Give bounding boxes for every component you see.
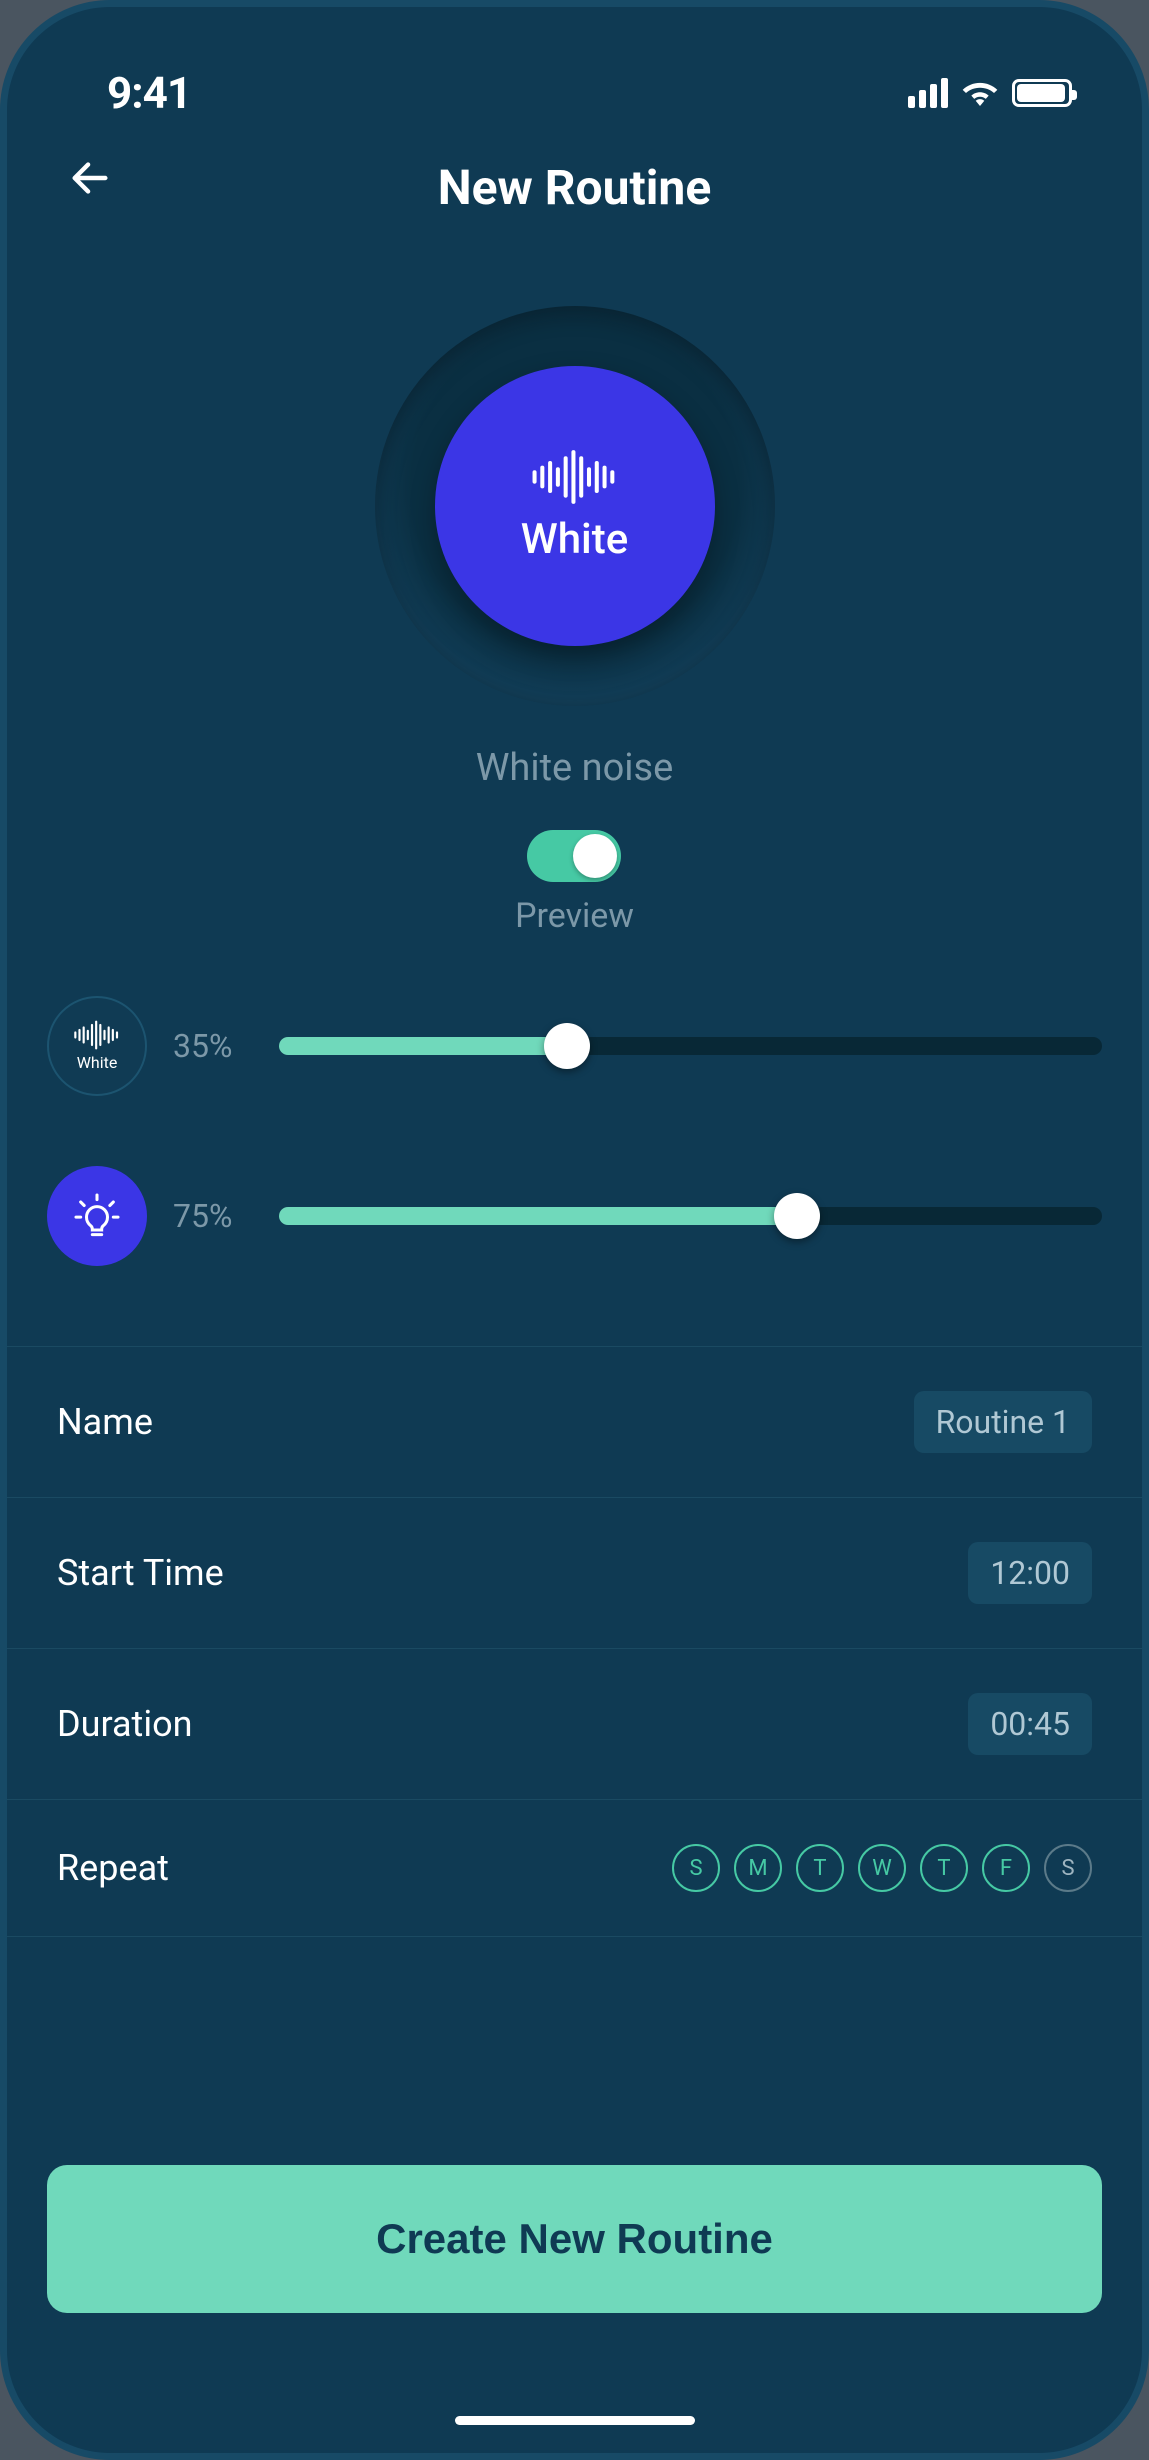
preview-label: Preview [515, 896, 634, 936]
back-button[interactable] [67, 155, 113, 205]
name-label: Name [57, 1401, 153, 1443]
repeat-row: Repeat S M T W T F S [7, 1800, 1142, 1937]
sound-dial-inner: White [435, 366, 715, 646]
day-fri[interactable]: F [982, 1844, 1030, 1892]
day-sun[interactable]: S [672, 1844, 720, 1892]
name-value[interactable]: Routine 1 [914, 1391, 1092, 1453]
slider-fill [279, 1037, 567, 1055]
sound-dial[interactable]: White [375, 306, 775, 706]
slider-fill [279, 1207, 797, 1225]
duration-label: Duration [57, 1703, 193, 1745]
sound-subtitle: White noise [476, 746, 674, 790]
status-bar: 9:41 [7, 7, 1142, 139]
repeat-label: Repeat [57, 1847, 169, 1889]
name-row[interactable]: Name Routine 1 [7, 1347, 1142, 1498]
waveform-icon [70, 1020, 124, 1050]
preview-toggle[interactable] [527, 830, 621, 882]
create-routine-button[interactable]: Create New Routine [47, 2165, 1102, 2313]
toggle-knob [573, 834, 617, 878]
duration-row[interactable]: Duration 00:45 [7, 1649, 1142, 1800]
sound-volume-row: White 35% [47, 996, 1102, 1096]
day-sat[interactable]: S [1044, 1844, 1092, 1892]
lightbulb-icon [69, 1188, 125, 1244]
light-brightness-value: 75% [173, 1197, 253, 1235]
duration-value[interactable]: 00:45 [968, 1693, 1092, 1755]
sound-mini-dial[interactable]: White [47, 996, 147, 1096]
sound-volume-value: 35% [173, 1027, 253, 1065]
slider-thumb[interactable] [544, 1023, 590, 1069]
settings-list: Name Routine 1 Start Time 12:00 Duration… [7, 1346, 1142, 1937]
sound-volume-slider[interactable] [279, 1037, 1102, 1055]
day-mon[interactable]: M [734, 1844, 782, 1892]
home-indicator[interactable] [455, 2416, 695, 2425]
waveform-icon [527, 449, 623, 505]
day-wed[interactable]: W [858, 1844, 906, 1892]
start-time-value[interactable]: 12:00 [968, 1542, 1092, 1604]
light-mini-dial[interactable] [47, 1166, 147, 1266]
signal-icon [908, 78, 948, 108]
battery-icon [1012, 79, 1072, 107]
sliders: White 35% [7, 996, 1142, 1266]
arrow-left-icon [67, 155, 113, 201]
status-icons [908, 78, 1072, 108]
light-brightness-slider[interactable] [279, 1207, 1102, 1225]
sound-section: White White noise Preview [7, 306, 1142, 936]
slider-thumb[interactable] [774, 1193, 820, 1239]
day-thu[interactable]: T [920, 1844, 968, 1892]
wifi-icon [962, 80, 998, 106]
day-selector: S M T W T F S [672, 1844, 1092, 1892]
phone-frame: 9:41 New Routine [0, 0, 1149, 2460]
header: New Routine [7, 139, 1142, 276]
cta-wrap: Create New Routine [47, 2165, 1102, 2313]
start-time-row[interactable]: Start Time 12:00 [7, 1498, 1142, 1649]
sound-dial-label: White [521, 515, 629, 564]
preview-section: Preview [515, 830, 634, 936]
page-title: New Routine [438, 159, 711, 216]
start-time-label: Start Time [57, 1552, 224, 1594]
status-time: 9:41 [107, 67, 191, 119]
sound-mini-label: White [77, 1053, 118, 1072]
day-tue[interactable]: T [796, 1844, 844, 1892]
light-brightness-row: 75% [47, 1166, 1102, 1266]
